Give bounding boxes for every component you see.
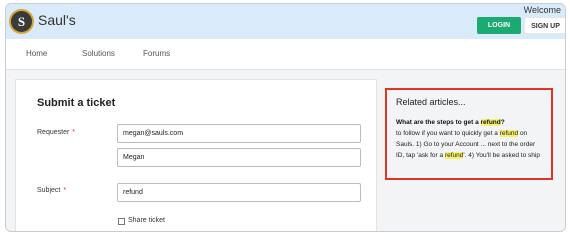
snippet-text: to follow if you want to quickly get a — [396, 130, 500, 137]
subject-input[interactable]: refund — [117, 183, 361, 202]
nav-item-forums[interactable]: Forums — [143, 49, 170, 58]
requester-name-input[interactable]: Megan — [117, 148, 361, 167]
requester-label-text: Requester — [37, 129, 70, 136]
requester-email-input[interactable]: megan@sauls.com — [117, 124, 361, 143]
login-button[interactable]: LOGIN — [477, 17, 521, 34]
ticket-form-panel: Submit a ticket Requester * megan@sauls.c… — [15, 79, 377, 231]
article-title-post: ? — [500, 119, 505, 126]
browser-frame: S Saul's Welcome LOGIN SIGN UP Home Solu… — [5, 3, 566, 232]
related-articles-title: Related articles... — [396, 97, 466, 107]
snippet-text: ID, tap 'ask for a — [396, 152, 445, 159]
subject-label: Subject * — [37, 187, 66, 194]
snippet-text: on — [518, 130, 528, 137]
share-ticket-label[interactable]: Share ticket — [128, 217, 165, 224]
article-snippet-line: ID, tap 'ask for a refund'. 4) You'll be… — [396, 152, 556, 159]
welcome-text: Welcome — [523, 5, 561, 15]
article-title-link[interactable]: What are the steps to get a refund? — [396, 119, 505, 126]
nav-item-solutions[interactable]: Solutions — [82, 49, 115, 58]
article-title-pre: What are the steps to get a — [396, 119, 481, 126]
related-articles-box: Related articles... What are the steps t… — [385, 88, 553, 180]
nav-item-home[interactable]: Home — [26, 49, 47, 58]
brand-name[interactable]: Saul's — [38, 12, 76, 28]
snippet-text: Sauls. 1) Go to your Account ... next to… — [396, 141, 536, 148]
keyword-highlight: refund — [499, 130, 519, 137]
requester-label: Requester * — [37, 129, 75, 136]
keyword-highlight: refund — [444, 152, 464, 159]
snippet-text: '. 4) You'll be asked to ship — [463, 152, 540, 159]
form-title: Submit a ticket — [37, 97, 116, 109]
article-snippet-line: Sauls. 1) Go to your Account ... next to… — [396, 141, 556, 148]
required-marker: * — [63, 187, 67, 194]
keyword-highlight: refund — [480, 119, 501, 126]
share-ticket-checkbox[interactable] — [118, 218, 125, 225]
article-snippet-line: to follow if you want to quickly get a r… — [396, 130, 556, 137]
subject-label-text: Subject — [37, 187, 61, 194]
logo-icon[interactable]: S — [9, 9, 34, 34]
logo-letter: S — [17, 14, 26, 29]
required-marker: * — [72, 129, 76, 136]
main-nav: Home Solutions Forums — [6, 39, 565, 70]
site-header: S Saul's Welcome LOGIN SIGN UP — [6, 4, 565, 39]
signup-button[interactable]: SIGN UP — [524, 17, 565, 34]
